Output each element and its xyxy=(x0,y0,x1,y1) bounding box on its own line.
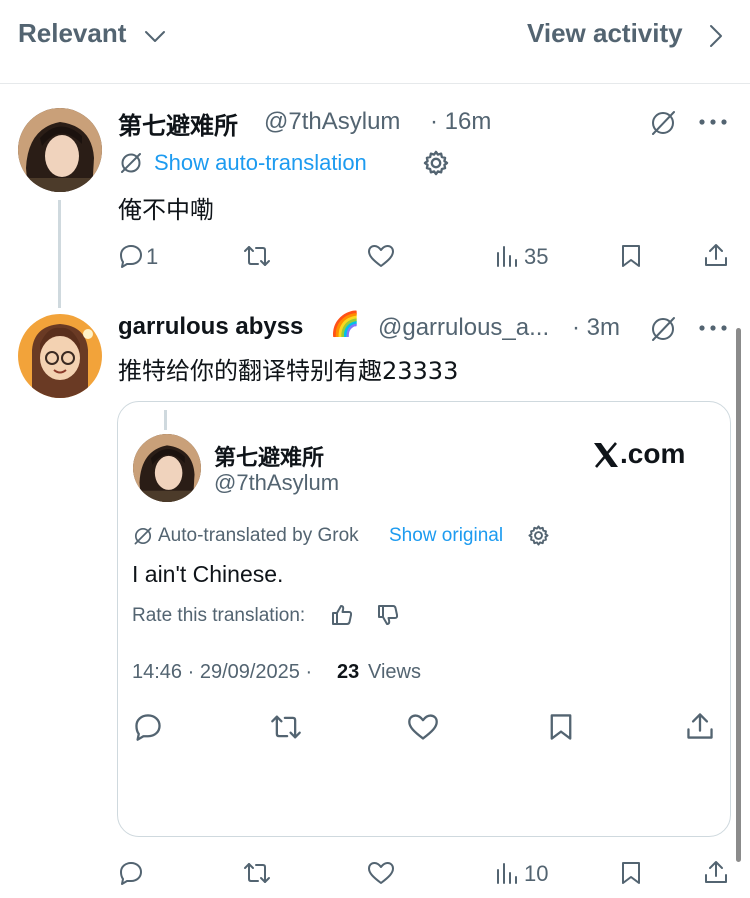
tweet-text: 推特给你的翻译特别有趣23333 xyxy=(118,357,459,385)
display-name[interactable]: 第七避难所 xyxy=(214,440,324,472)
reply-icon[interactable] xyxy=(118,243,144,269)
translated-text: I ain't Chinese. xyxy=(132,561,284,587)
tweet-text: 俺不中嘞 xyxy=(118,196,214,224)
translated-by-label: Auto-translated by Grok xyxy=(158,525,359,546)
share-icon[interactable] xyxy=(703,242,729,268)
handle[interactable]: @7thAsylum xyxy=(264,108,400,136)
avatar[interactable] xyxy=(18,108,102,192)
translate-icon[interactable] xyxy=(648,108,678,138)
view-count[interactable]: 10 xyxy=(524,861,548,887)
gear-icon[interactable] xyxy=(422,149,450,177)
more-icon[interactable] xyxy=(698,322,728,334)
scrollbar-thumb[interactable] xyxy=(736,328,741,862)
chevron-down-icon[interactable] xyxy=(143,24,167,48)
chevron-right-icon[interactable] xyxy=(706,24,726,48)
translate-icon[interactable] xyxy=(648,314,678,344)
x-logo-icon xyxy=(592,441,620,469)
handle[interactable]: @garrulous_a... xyxy=(378,314,549,342)
bookmark-icon[interactable] xyxy=(620,243,642,269)
brand-domain: .com xyxy=(620,438,686,469)
translate-icon xyxy=(132,525,154,547)
tweet-timestamp[interactable]: 14:46 · 29/09/2025 · xyxy=(132,661,312,684)
rate-translation-label: Rate this translation: xyxy=(132,605,306,626)
more-icon[interactable] xyxy=(698,116,728,128)
thread-line xyxy=(58,200,61,308)
display-name[interactable]: garrulous abyss xyxy=(118,313,303,341)
handle[interactable]: @7thAsylum xyxy=(214,470,339,496)
thumbs-up-icon[interactable] xyxy=(330,603,354,627)
retweet-icon[interactable] xyxy=(270,712,302,742)
reply-count[interactable]: 1 xyxy=(146,244,158,270)
view-activity-link[interactable]: View activity xyxy=(527,18,683,49)
like-icon[interactable] xyxy=(407,712,439,742)
sort-dropdown-label[interactable]: Relevant xyxy=(18,18,126,49)
like-icon[interactable] xyxy=(367,860,395,886)
bookmark-icon[interactable] xyxy=(620,860,642,886)
like-icon[interactable] xyxy=(367,243,395,269)
avatar[interactable] xyxy=(18,314,102,398)
view-count[interactable]: 35 xyxy=(524,244,548,270)
bookmark-icon[interactable] xyxy=(548,712,574,742)
share-icon[interactable] xyxy=(685,711,715,741)
display-name[interactable]: 第七避难所 xyxy=(118,106,238,141)
views-icon[interactable] xyxy=(494,244,518,268)
share-icon[interactable] xyxy=(703,859,729,885)
translate-icon xyxy=(118,150,144,176)
avatar[interactable] xyxy=(133,434,201,502)
thread-line xyxy=(164,410,167,430)
timestamp[interactable]: · 16m xyxy=(430,108,491,136)
rainbow-emoji: 🌈 xyxy=(330,310,360,338)
retweet-icon[interactable] xyxy=(243,860,271,886)
views-label: Views xyxy=(368,661,421,683)
embed-view-count: 23 xyxy=(337,661,360,683)
timestamp[interactable]: · 3m xyxy=(572,314,620,342)
gear-icon[interactable] xyxy=(527,524,550,547)
retweet-icon[interactable] xyxy=(243,243,271,269)
views-icon[interactable] xyxy=(494,861,518,885)
reply-icon[interactable] xyxy=(118,860,144,886)
thumbs-down-icon[interactable] xyxy=(376,603,400,627)
show-auto-translation-link[interactable]: Show auto-translation xyxy=(154,150,367,176)
show-original-link[interactable]: Show original xyxy=(389,525,503,547)
reply-icon[interactable] xyxy=(133,712,163,742)
